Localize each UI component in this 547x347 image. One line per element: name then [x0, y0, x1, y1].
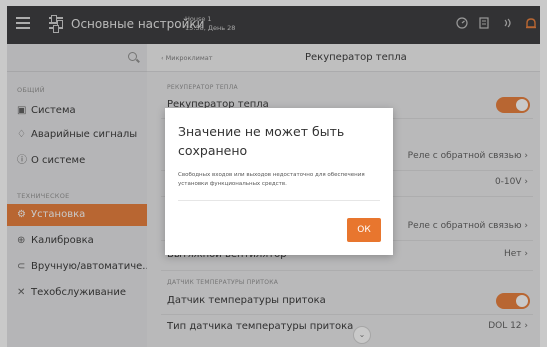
- app-screen: Основные настройки House 1 15:58, День 2…: [0, 0, 547, 347]
- error-dialog: Значение не может быть сохранено Свободн…: [165, 108, 393, 255]
- dialog-message: Свободных входов или выходов недостаточн…: [178, 172, 365, 187]
- ok-button[interactable]: ОК: [347, 218, 381, 242]
- dialog-divider: [178, 200, 380, 201]
- dialog-title: Значение не может быть сохранено: [178, 124, 345, 158]
